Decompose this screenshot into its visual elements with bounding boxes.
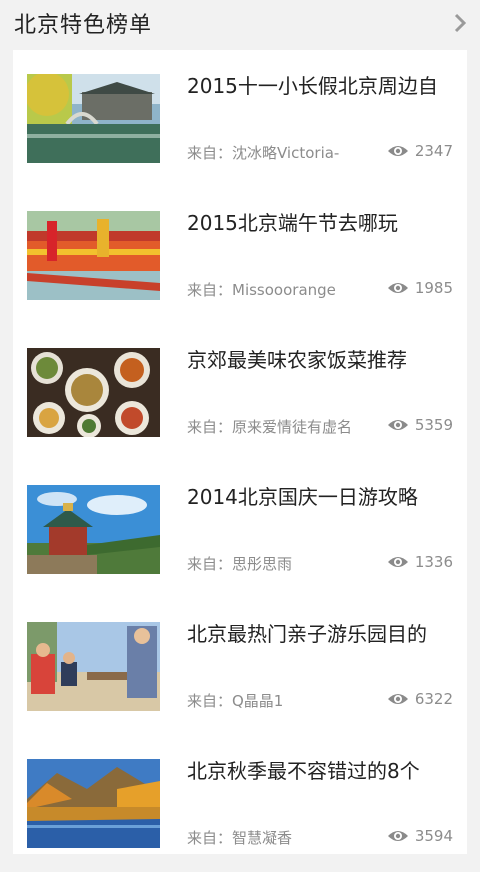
eye-icon [387, 557, 408, 567]
item-title: 2015北京端午节去哪玩 [187, 211, 398, 235]
views: 1985 [387, 279, 453, 297]
views: 3594 [387, 827, 453, 845]
item-thumbnail [27, 759, 160, 848]
item-source: 来自：思彤思雨 [187, 555, 293, 573]
views: 5359 [387, 416, 453, 434]
item-thumbnail [27, 485, 160, 574]
views-count: 2347 [414, 142, 453, 160]
ranking-list: 2015十一小长假北京周边自 来自：沈冰略Victoria- 2347 2015… [13, 50, 467, 854]
eye-icon [387, 146, 408, 156]
list-item[interactable]: 2015北京端午节去哪玩 来自：Missooorange 1985 [13, 187, 467, 324]
views: 1336 [387, 553, 453, 571]
views-count: 1336 [414, 553, 453, 571]
views-count: 6322 [414, 690, 453, 708]
item-thumbnail [27, 211, 160, 300]
views: 2347 [387, 142, 453, 160]
eye-icon [387, 831, 408, 841]
item-title: 2015十一小长假北京周边自 [187, 74, 438, 98]
item-thumbnail [27, 348, 160, 437]
item-thumbnail [27, 74, 160, 163]
item-title: 京郊最美味农家饭菜推荐 [187, 348, 407, 372]
list-item[interactable]: 北京秋季最不容错过的8个 来自：智慧凝香 3594 [13, 735, 467, 872]
item-source: 来自：Missooorange [187, 281, 336, 299]
item-thumbnail [27, 622, 160, 711]
item-title: 北京秋季最不容错过的8个 [187, 759, 420, 783]
views-count: 5359 [414, 416, 453, 434]
header: 北京特色榜单 [0, 0, 480, 46]
item-title: 北京最热门亲子游乐园目的 [187, 622, 427, 646]
list-item[interactable]: 京郊最美味农家饭菜推荐 来自：原来爱情徒有虚名 5359 [13, 324, 467, 461]
chevron-right-icon[interactable] [450, 12, 470, 34]
item-title: 2014北京国庆一日游攻略 [187, 485, 418, 509]
list-item[interactable]: 北京最热门亲子游乐园目的 来自：Q晶晶1 6322 [13, 598, 467, 735]
item-source: 来自：Q晶晶1 [187, 692, 284, 710]
list-item[interactable]: 2015十一小长假北京周边自 来自：沈冰略Victoria- 2347 [13, 50, 467, 187]
item-source: 来自：原来爱情徒有虚名 [187, 418, 353, 436]
views: 6322 [387, 690, 453, 708]
eye-icon [387, 283, 408, 293]
views-count: 3594 [414, 827, 453, 845]
eye-icon [387, 420, 408, 430]
page-title: 北京特色榜单 [14, 13, 153, 38]
item-source: 来自：沈冰略Victoria- [187, 144, 340, 162]
list-item[interactable]: 2014北京国庆一日游攻略 来自：思彤思雨 1336 [13, 461, 467, 598]
views-count: 1985 [414, 279, 453, 297]
eye-icon [387, 694, 408, 704]
item-source: 来自：智慧凝香 [187, 829, 293, 847]
